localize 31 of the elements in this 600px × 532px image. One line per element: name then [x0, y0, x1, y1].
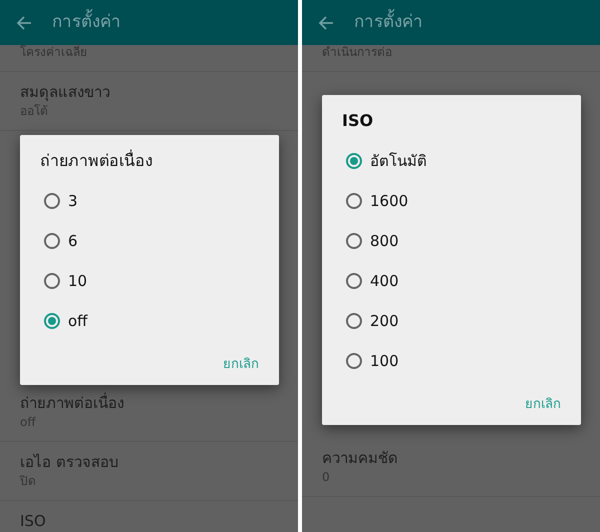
radio-option[interactable]: off [20, 301, 279, 341]
header-title: การตั้งค่า [354, 10, 423, 36]
radio-option[interactable]: 200 [322, 301, 581, 341]
setting-title: ISO [20, 511, 47, 531]
radio-button[interactable] [346, 153, 362, 169]
radio-button[interactable] [44, 313, 60, 329]
setting-title: สมดุลแสงขาว [20, 82, 111, 102]
radio-button[interactable] [44, 193, 60, 209]
radio-button[interactable] [346, 233, 362, 249]
dialog-title: ถ่ายภาพต่อเนื่อง [39, 149, 154, 172]
back-arrow-icon[interactable] [318, 14, 334, 30]
radio-button[interactable] [346, 273, 362, 289]
radio-option[interactable]: 1600 [322, 181, 581, 221]
setting-title: ถ่ายภาพต่อเนื่อง [20, 393, 125, 413]
radio-option[interactable]: 10 [20, 261, 279, 301]
radio-option[interactable]: 400 [322, 261, 581, 301]
back-arrow-icon[interactable] [16, 14, 32, 30]
dialog-title: ISO [341, 110, 374, 132]
radio-button[interactable] [346, 193, 362, 209]
header-title: การตั้งค่า [52, 10, 121, 36]
setting-title: ความคมชัด [322, 448, 399, 468]
radio-button[interactable] [44, 233, 60, 249]
radio-option[interactable]: 6 [20, 221, 279, 261]
radio-button[interactable] [346, 353, 362, 369]
radio-option[interactable]: 3 [20, 181, 279, 221]
radio-option[interactable]: 100 [322, 341, 581, 381]
radio-button[interactable] [346, 313, 362, 329]
radio-option[interactable]: อัตโนมัติ [322, 141, 581, 181]
radio-option[interactable]: 800 [322, 221, 581, 261]
radio-button[interactable] [44, 273, 60, 289]
setting-title: เอไอ ตรวจสอบ [20, 452, 120, 472]
